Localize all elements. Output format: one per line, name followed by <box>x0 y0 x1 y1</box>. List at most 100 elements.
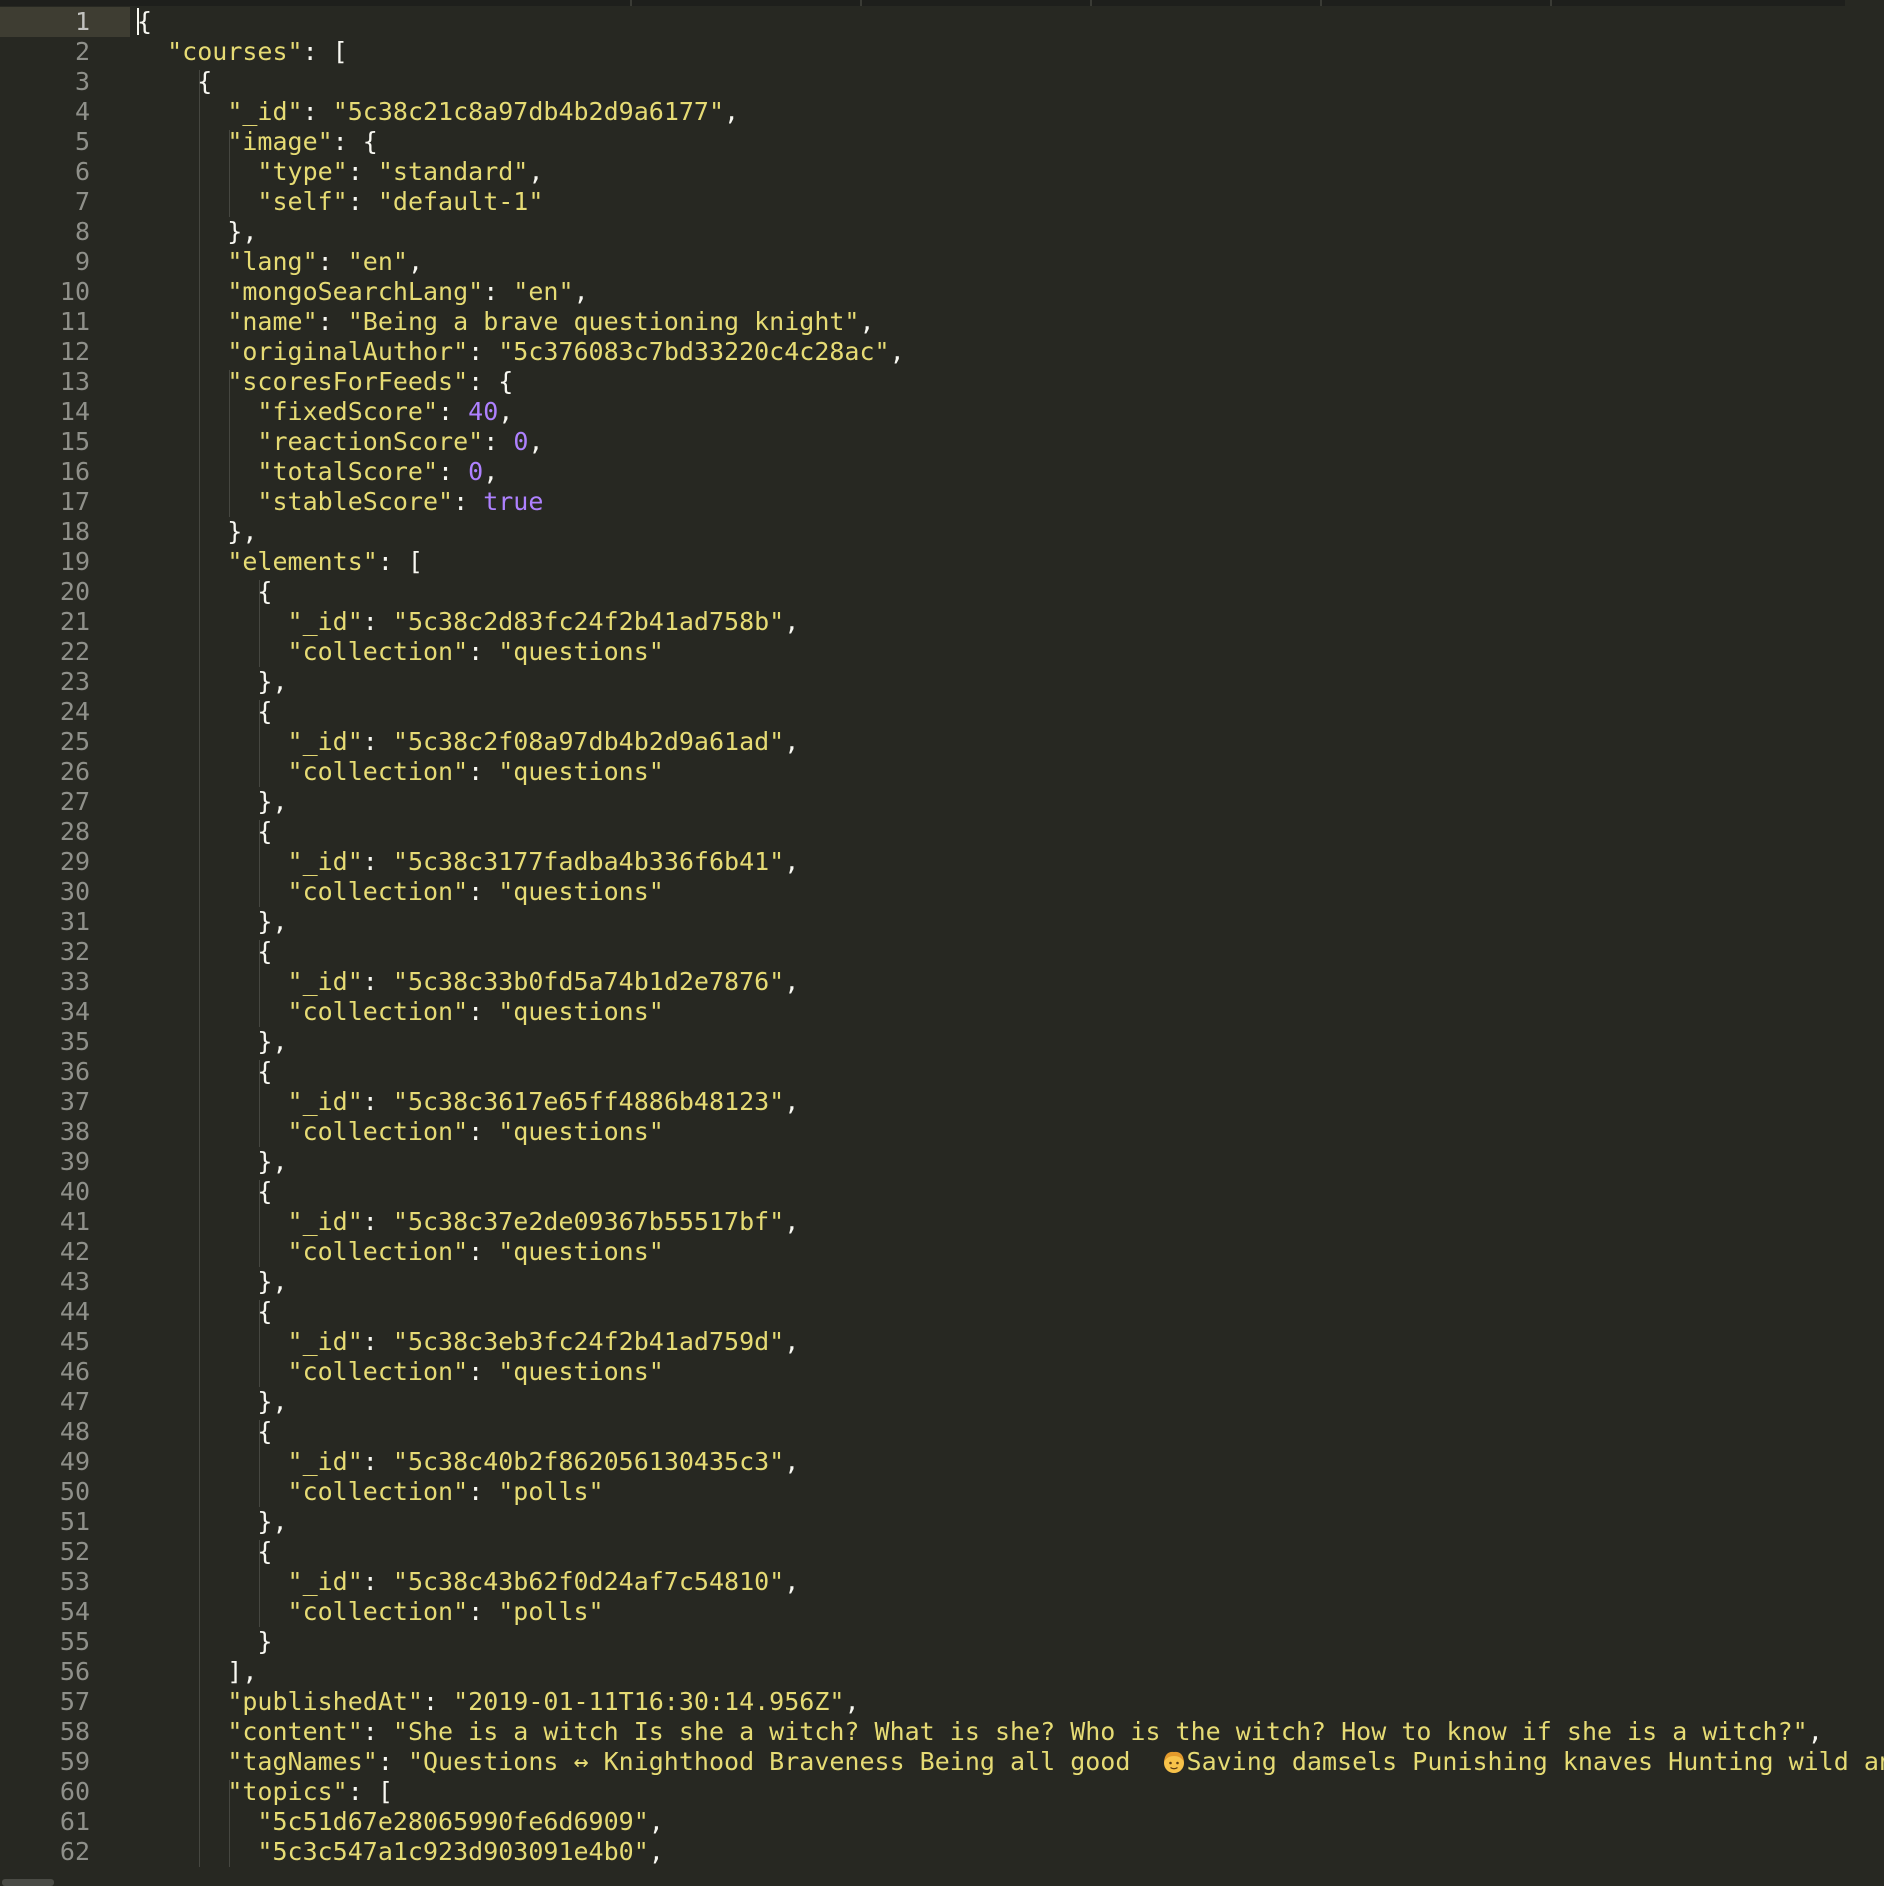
code-line[interactable]: "_id": "5c38c40b2f862056130435c3", <box>137 1447 800 1477</box>
code-line[interactable]: { <box>137 1057 272 1087</box>
code-line[interactable]: "collection": "questions" <box>137 1117 664 1147</box>
code-line[interactable]: }, <box>137 1147 287 1177</box>
line-number: 7 <box>74 187 90 216</box>
line-number: 22 <box>59 637 90 666</box>
token-key: "lang" <box>227 247 318 276</box>
code-line[interactable]: "collection": "questions" <box>137 757 664 787</box>
code-line[interactable]: "publishedAt": "2019-01-11T16:30:14.956Z… <box>137 1687 860 1717</box>
code-line[interactable]: "content": "She is a witch Is she a witc… <box>137 1717 1822 1747</box>
token-punctuation: }, <box>137 787 288 816</box>
token-string: "2019-01-11T16:30:14.956Z" <box>453 1687 845 1716</box>
token-key: "collection" <box>287 1597 469 1626</box>
token-key: "tagNames" <box>227 1747 378 1776</box>
code-line[interactable]: "originalAuthor": "5c376083c7bd33220c4c2… <box>137 337 904 367</box>
code-line[interactable]: "image": { <box>137 127 378 157</box>
code-line[interactable]: { <box>137 1297 272 1327</box>
token-punctuation: : <box>362 1207 393 1236</box>
code-line[interactable]: "_id": "5c38c43b62f0d24af7c54810", <box>137 1567 800 1597</box>
code-line[interactable]: }, <box>137 667 287 697</box>
token-key: "topics" <box>227 1777 348 1806</box>
token-string: "5c38c37e2de09367b55517bf" <box>392 1207 785 1236</box>
token-punctuation: : <box>468 1477 499 1506</box>
line-number: 32 <box>59 937 90 966</box>
token-punctuation: , <box>784 1447 800 1476</box>
code-line[interactable]: "topics": [ <box>137 1777 393 1807</box>
code-line[interactable]: "elements": [ <box>137 547 423 577</box>
code-line[interactable]: "collection": "questions" <box>137 637 664 667</box>
code-line[interactable]: { <box>137 937 272 967</box>
code-line[interactable]: "totalScore": 0, <box>137 457 498 487</box>
code-line[interactable]: "5c3c547a1c923d903091e4b0", <box>137 1837 663 1867</box>
code-line[interactable]: "collection": "polls" <box>137 1597 604 1627</box>
token-punctuation <box>137 307 227 336</box>
token-punctuation: , <box>573 277 589 306</box>
code-line[interactable]: { <box>137 1417 272 1447</box>
token-punctuation: }, <box>137 1027 288 1056</box>
code-line[interactable]: }, <box>137 907 287 937</box>
line-number: 12 <box>59 337 90 366</box>
token-string: "5c38c2f08a97db4b2d9a61ad" <box>392 727 785 756</box>
code-line[interactable]: }, <box>137 517 257 547</box>
token-punctuation: , <box>483 457 499 486</box>
code-line[interactable]: }, <box>137 1027 288 1057</box>
code-line[interactable]: "collection": "questions" <box>137 877 664 907</box>
code-line[interactable]: "scoresForFeeds": { <box>137 367 513 397</box>
token-punctuation: : <box>438 397 469 426</box>
token-punctuation: : <box>438 457 469 486</box>
code-line[interactable]: } <box>137 1627 272 1657</box>
code-line[interactable]: "self": "default-1" <box>137 187 543 217</box>
code-line[interactable]: { <box>137 817 272 847</box>
line-number: 27 <box>59 787 90 816</box>
code-line[interactable]: "tagNames": "Questions ↔ Knighthood Brav… <box>137 1747 1884 1777</box>
code-line[interactable]: "courses": [ <box>137 37 348 67</box>
code-line[interactable]: }, <box>137 787 288 817</box>
code-line[interactable]: "collection": "polls" <box>137 1477 604 1507</box>
code-line[interactable]: { <box>137 1537 272 1567</box>
token-punctuation: , <box>784 727 800 756</box>
code-line[interactable]: "lang": "en", <box>137 247 423 277</box>
code-line[interactable]: "5c51d67e28065990fe6d6909", <box>137 1807 663 1837</box>
code-line[interactable]: { <box>137 697 272 727</box>
line-number: 4 <box>74 97 90 126</box>
code-line[interactable]: "_id": "5c38c21c8a97db4b2d9a6177", <box>137 97 739 127</box>
code-line[interactable]: }, <box>137 1507 287 1537</box>
code-line[interactable]: "fixedScore": 40, <box>137 397 513 427</box>
token-punctuation: , <box>844 1687 860 1716</box>
line-number: 55 <box>59 1627 90 1656</box>
token-punctuation <box>137 1597 288 1626</box>
token-key: "courses" <box>167 37 303 66</box>
code-line[interactable]: "type": "standard", <box>137 157 543 187</box>
token-key: "_id" <box>287 1327 363 1356</box>
code-line[interactable]: }, <box>137 217 257 247</box>
code-line[interactable]: "name": "Being a brave questioning knigh… <box>137 307 874 337</box>
code-line[interactable]: "mongoSearchLang": "en", <box>137 277 589 307</box>
scrollbar-thumb[interactable] <box>2 1879 54 1886</box>
token-punctuation <box>137 757 288 786</box>
code-line[interactable]: "collection": "questions" <box>137 1357 664 1387</box>
code-editor[interactable]: 1 2 3 4 5 6 7 8 9 10 11 12 13 14 15 16 17 18 19 20 21 22 23 24 2… <box>0 0 1884 1886</box>
code-line[interactable]: { <box>137 577 272 607</box>
code-line[interactable]: "_id": "5c38c37e2de09367b55517bf", <box>137 1207 800 1237</box>
code-line[interactable]: "collection": "questions" <box>137 997 664 1027</box>
code-line[interactable]: "collection": "questions" <box>137 1237 664 1267</box>
token-string: "5c51d67e28065990fe6d6909" <box>257 1807 649 1836</box>
code-line[interactable]: { <box>137 7 152 37</box>
horizontal-scrollbar[interactable] <box>0 1878 1884 1886</box>
token-key: "_id" <box>287 847 363 876</box>
code-line[interactable]: "_id": "5c38c3617e65ff4886b48123", <box>137 1087 800 1117</box>
line-number: 61 <box>59 1807 90 1836</box>
code-line[interactable]: "stableScore": true <box>137 487 543 517</box>
code-area[interactable]: { "courses": [ { "_id": "5c38c21c8a97db4… <box>137 0 1884 1886</box>
code-line[interactable]: }, <box>137 1267 287 1297</box>
code-line[interactable]: "_id": "5c38c3eb3fc24f2b41ad759d", <box>137 1327 800 1357</box>
code-line[interactable]: "_id": "5c38c2f08a97db4b2d9a61ad", <box>137 727 800 757</box>
code-line[interactable]: "_id": "5c38c33b0fd5a74b1d2e7876", <box>137 967 800 997</box>
token-punctuation: : <box>362 1717 393 1746</box>
code-line[interactable]: ], <box>137 1657 257 1687</box>
code-line[interactable]: "_id": "5c38c3177fadba4b336f6b41", <box>137 847 800 877</box>
code-line[interactable]: "reactionScore": 0, <box>137 427 543 457</box>
code-line[interactable]: }, <box>137 1387 287 1417</box>
code-line[interactable]: { <box>137 67 212 97</box>
code-line[interactable]: "_id": "5c38c2d83fc24f2b41ad758b", <box>137 607 800 637</box>
code-line[interactable]: { <box>137 1177 272 1207</box>
